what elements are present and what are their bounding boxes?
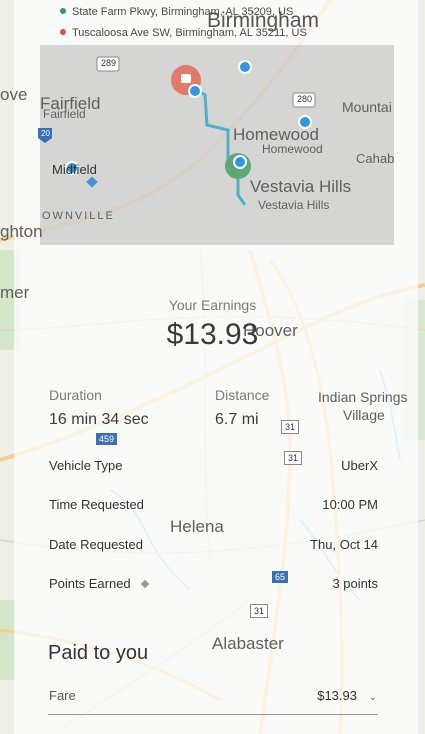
route-shield: 20: [41, 129, 50, 138]
route-shield: 31: [281, 420, 300, 434]
chevron-down-icon: ⌄: [368, 692, 377, 703]
city-label: ove: [0, 85, 28, 104]
city-label: Mountai: [342, 99, 392, 115]
city-label: Cahab: [356, 151, 395, 166]
city-label: Birmingham: [207, 9, 320, 32]
date-requested-value: Thu, Oct 14: [310, 537, 378, 552]
pickup-dot-icon: [60, 8, 66, 14]
time-requested-label: Time Requested: [49, 497, 144, 512]
route-shield: 31: [250, 604, 269, 618]
route-shield: 459: [96, 433, 118, 445]
route-shield: 289: [101, 58, 117, 68]
route-shield: 65: [272, 571, 289, 583]
points-earned-text: Points Earned: [49, 576, 131, 591]
dropoff-dot-icon: [60, 29, 66, 35]
city-label: Alabaster: [212, 634, 284, 653]
city-label: Vestavia Hills: [258, 198, 330, 212]
divider: [48, 714, 378, 715]
vehicle-type-label: Vehicle Type: [49, 458, 123, 473]
city-label: OWNVILLE: [42, 210, 115, 222]
route-shield: 31: [284, 451, 303, 465]
city-label: Helena: [170, 517, 224, 536]
paid-to-you-title: Paid to you: [48, 642, 149, 664]
city-label: ghton: [0, 222, 43, 241]
distance-value: 6.7 mi: [215, 411, 259, 428]
distance-label: Distance: [215, 387, 270, 403]
duration-label: Duration: [49, 387, 102, 403]
earnings-label: Your Earnings: [168, 297, 257, 313]
points-earned-label: Points Earned: [49, 576, 150, 591]
route-shield: 280: [297, 94, 313, 104]
time-requested-value: 10:00 PM: [322, 497, 378, 512]
fare-row[interactable]: $13.93 ⌄: [317, 688, 377, 703]
location-dot: [188, 84, 202, 98]
fare-value: $13.93: [317, 688, 357, 703]
fare-label: Fare: [49, 688, 76, 703]
duration-value: 16 min 34 sec: [49, 411, 149, 428]
city-label: Vestavia Hills: [250, 177, 352, 196]
city-label: Homewood: [262, 142, 323, 156]
diamond-icon: [141, 579, 150, 589]
diamond-icon: [86, 176, 98, 188]
date-requested-label: Date Requested: [49, 537, 143, 552]
city-label: Village: [343, 407, 385, 423]
location-dot: [238, 60, 252, 74]
earnings-value: $13.93: [166, 318, 259, 351]
city-label: Indian Springs: [318, 389, 408, 405]
city-label: Midfield: [52, 162, 97, 177]
points-earned-value: 3 points: [332, 576, 378, 591]
vehicle-type-value: UberX: [341, 458, 378, 473]
location-dot: [233, 155, 247, 169]
city-label: Fairfield: [43, 107, 86, 121]
